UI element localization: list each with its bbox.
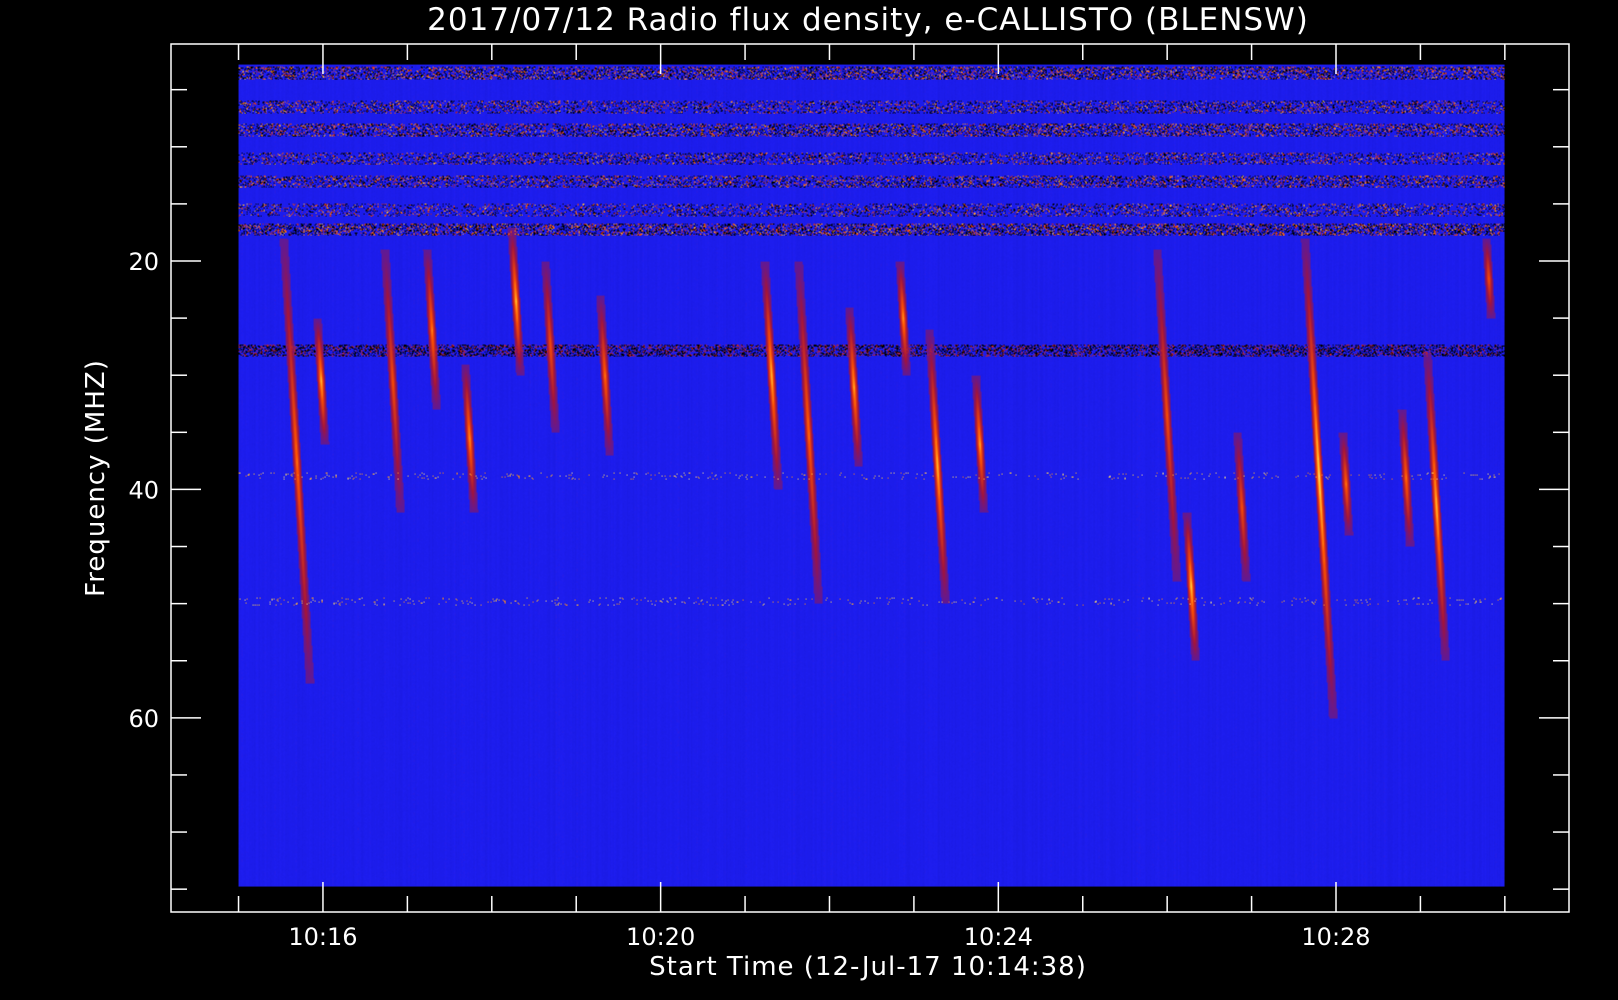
y-tick-label-0: 20 <box>128 248 159 276</box>
spectrogram-chart: 2017/07/12 Radio flux density, e-CALLIST… <box>81 2 1570 982</box>
x-axis-label: Start Time (12-Jul-17 10:14:38) <box>649 952 1087 982</box>
y-axis-label: Frequency (MHZ) <box>81 359 111 597</box>
y-tick-label-1: 40 <box>128 476 159 504</box>
x-tick-label-3: 10:28 <box>1301 923 1370 951</box>
x-tick-label-2: 10:24 <box>964 923 1033 951</box>
chart-title: 2017/07/12 Radio flux density, e-CALLIST… <box>427 2 1309 38</box>
y-tick-label-2: 60 <box>128 705 159 733</box>
x-tick-label-0: 10:16 <box>288 923 357 951</box>
spectrogram-heatmap <box>238 64 1505 887</box>
x-tick-label-1: 10:20 <box>626 923 695 951</box>
